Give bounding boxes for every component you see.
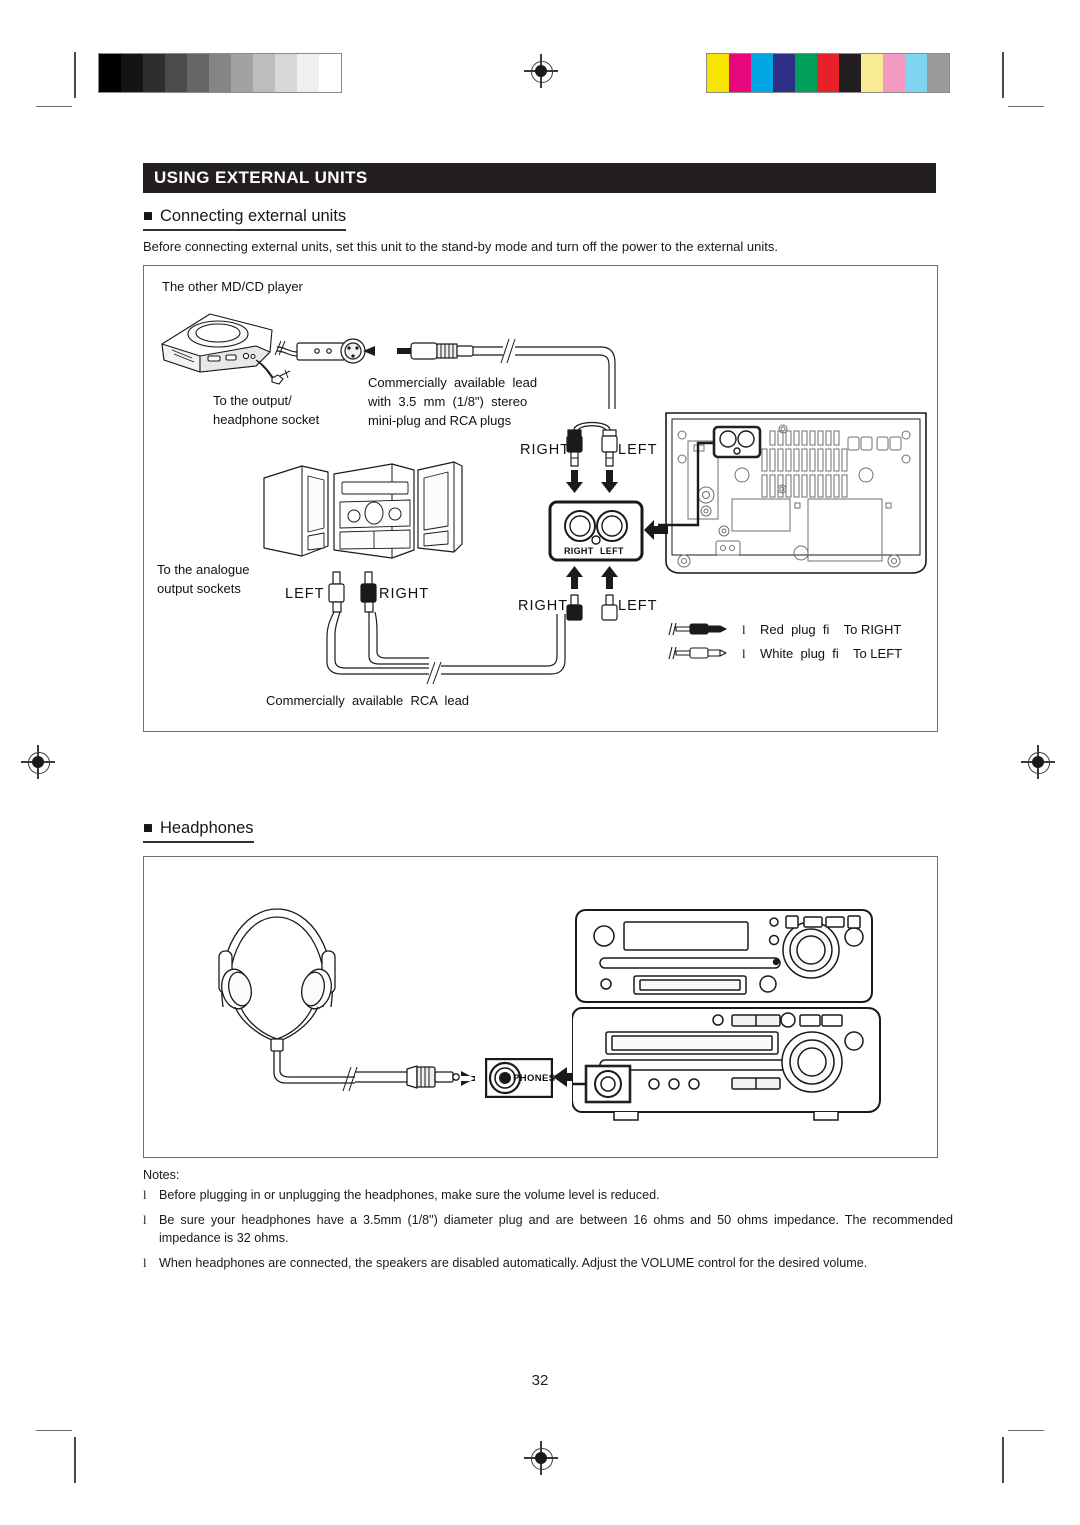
headphones-illustration (218, 908, 358, 1092)
crop-tick-left (36, 106, 72, 108)
label-analogue-output-sockets: To the analogue output sockets (157, 562, 250, 596)
crop-rule-bottom-left (74, 1437, 76, 1483)
plug-legend-white-text: White plug fi To LEFT (760, 646, 903, 661)
jack-panel-label-right: RIGHT (564, 546, 594, 556)
note-text: When headphones are connected, the speak… (159, 1255, 868, 1270)
manual-page: USING EXTERNAL UNITS ■ Connecting externa… (0, 0, 1080, 1525)
subheading-text: Connecting external units (159, 207, 347, 225)
color-patch-1 (729, 54, 751, 92)
registration-mark-bottom (524, 1441, 558, 1475)
phones-jack-label: PHONES (513, 1073, 556, 1084)
page-number: 32 (531, 1372, 549, 1389)
label-stereo-left: LEFT (285, 586, 325, 602)
grayscale-patch-7 (253, 54, 275, 92)
grayscale-patch-8 (275, 54, 297, 92)
grayscale-patch-10 (319, 54, 341, 92)
grayscale-patch-1 (121, 54, 143, 92)
color-patch-6 (839, 54, 861, 92)
plug-legend-white-icon (668, 646, 727, 660)
headphone-plug-illustration (355, 1065, 475, 1089)
section-title-banner: USING EXTERNAL UNITS (143, 163, 936, 193)
grayscale-patch-5 (209, 54, 231, 92)
note-item: l When headphones are connected, the spe… (143, 1255, 953, 1273)
intro-paragraph: Before connecting external units, set th… (143, 239, 778, 254)
subheading-connecting-external-units: ■ Connecting external units (143, 206, 347, 231)
color-patch-0 (707, 54, 729, 92)
color-patch-10 (927, 54, 949, 92)
crop-tick-bottom-left (36, 1430, 72, 1432)
note-item: l Be sure your headphones have a 3.5mm (… (143, 1212, 953, 1248)
color-patch-4 (795, 54, 817, 92)
notes-block: Notes: l Before plugging in or unpluggin… (143, 1168, 953, 1280)
crop-rule-left (74, 52, 76, 98)
color-patch-9 (905, 54, 927, 92)
note-text: Before plugging in or unplugging the hea… (159, 1188, 660, 1202)
section-title-text: USING EXTERNAL UNITS (154, 168, 368, 187)
stereo-system-illustration (263, 461, 463, 559)
crop-rule-right (1002, 52, 1004, 98)
bullet-icon: ■ (143, 818, 153, 837)
label-rca-lead: Commercially available RCA lead (266, 693, 470, 708)
note-bullet: l (143, 1212, 147, 1227)
rca-lead-illustration (326, 571, 566, 685)
note-bullet: l (143, 1255, 147, 1270)
color-patch-5 (817, 54, 839, 92)
rca-jack-panel-closeup (548, 500, 644, 562)
grayscale-patch-3 (165, 54, 187, 92)
grayscale-patch-9 (297, 54, 319, 92)
rca-plugs-top-illustration (566, 421, 618, 493)
jack-panel-label-left: LEFT (600, 546, 624, 556)
label-panel-left: LEFT (618, 598, 658, 614)
plug-legend-white-bullet: l (742, 646, 746, 661)
grayscale-patch-2 (143, 54, 165, 92)
grayscale-calibration-bar (98, 53, 342, 93)
subheading-text: Headphones (159, 819, 254, 837)
plug-legend-red-text: Red plug fi To RIGHT (760, 622, 902, 637)
color-patch-3 (773, 54, 795, 92)
grayscale-patch-4 (187, 54, 209, 92)
grayscale-patch-6 (231, 54, 253, 92)
crop-rule-bottom-right (1002, 1437, 1004, 1483)
callout-arrow-to-jack-panel (644, 520, 668, 540)
color-patch-2 (751, 54, 773, 92)
crop-tick-right (1008, 106, 1044, 108)
crop-tick-bottom-right (1008, 1430, 1044, 1432)
bullet-icon: ■ (143, 206, 153, 225)
registration-mark-top (524, 54, 558, 88)
plug-legend-red-bullet: l (742, 622, 746, 637)
grayscale-patch-0 (99, 54, 121, 92)
unit-rear-panel-illustration (658, 412, 927, 574)
color-calibration-bar (706, 53, 950, 93)
note-text: Be sure your headphones have a 3.5mm (1/… (159, 1212, 953, 1245)
label-md-player: The other MD/CD player (162, 279, 303, 294)
color-patch-8 (883, 54, 905, 92)
subheading-headphones: ■ Headphones (143, 818, 254, 843)
plug-legend-red-icon (668, 622, 727, 636)
stacked-system-illustration (572, 909, 881, 1121)
color-patch-7 (861, 54, 883, 92)
note-bullet: l (143, 1188, 147, 1202)
registration-mark-right (1021, 745, 1055, 779)
notes-title: Notes: (143, 1168, 180, 1182)
registration-mark-left (21, 745, 55, 779)
note-item: l Before plugging in or unplugging the h… (143, 1187, 953, 1205)
